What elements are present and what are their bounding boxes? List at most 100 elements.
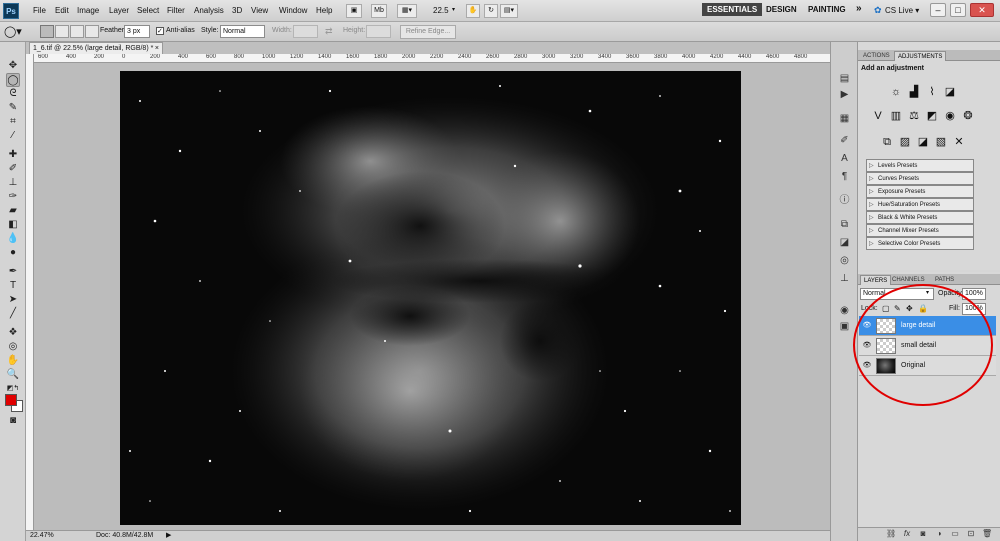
- 3d-orbit-tool-icon[interactable]: ◎: [6, 340, 20, 354]
- menu-select[interactable]: Select: [137, 6, 159, 15]
- menu-3d[interactable]: 3D: [232, 6, 242, 15]
- brush-tool-icon[interactable]: ✐: [6, 162, 20, 176]
- eyedropper-tool-icon[interactable]: ⁄: [6, 129, 20, 143]
- tab-layers[interactable]: LAYERS: [860, 275, 892, 285]
- gradient-map-icon[interactable]: ▧: [934, 135, 948, 149]
- photo-filter-icon[interactable]: ◉: [943, 109, 957, 123]
- navigator-panel-icon[interactable]: ◉: [838, 304, 851, 317]
- fill-input[interactable]: 100%: [962, 303, 986, 315]
- styles-panel-icon[interactable]: ◪: [838, 236, 851, 249]
- arrange-documents-icon[interactable]: ▤▾: [500, 4, 518, 18]
- hand-tool-icon[interactable]: ✋: [6, 354, 20, 368]
- move-tool-icon[interactable]: ✥: [6, 59, 20, 73]
- lasso-tool-icon[interactable]: ᘓ: [6, 87, 20, 101]
- path-selection-tool-icon[interactable]: ➤: [6, 293, 20, 307]
- layer-row-original[interactable]: 👁 Original: [859, 356, 996, 376]
- feather-input[interactable]: 3 px: [124, 25, 150, 38]
- preset-black-white[interactable]: Black & White Presets: [866, 211, 974, 224]
- new-selection-icon[interactable]: [40, 25, 54, 38]
- lock-all-icon[interactable]: 🔒: [918, 304, 928, 313]
- crop-tool-icon[interactable]: ⌗: [6, 115, 20, 129]
- blur-tool-icon[interactable]: 💧: [6, 232, 20, 246]
- actions-panel-icon[interactable]: ▶: [838, 88, 851, 101]
- quick-selection-tool-icon[interactable]: ✎: [6, 101, 20, 115]
- add-mask-icon[interactable]: ◙: [918, 529, 928, 538]
- link-layers-icon[interactable]: ⛓: [886, 529, 896, 538]
- cs-live-menu[interactable]: CS Live ▾: [885, 6, 919, 15]
- menu-file[interactable]: File: [33, 6, 46, 15]
- menu-image[interactable]: Image: [77, 6, 99, 15]
- history-panel-icon[interactable]: ▤: [838, 72, 851, 85]
- color-panel-icon[interactable]: ▣: [838, 320, 851, 333]
- brush-panel-icon[interactable]: ✐: [838, 134, 851, 147]
- tab-actions[interactable]: ACTIONS: [860, 51, 893, 61]
- view-extras-icon[interactable]: ▦▾: [397, 4, 417, 18]
- cs-live-icon[interactable]: ✿: [874, 5, 882, 16]
- eraser-tool-icon[interactable]: ▰: [6, 204, 20, 218]
- opacity-input[interactable]: 100%: [962, 288, 986, 300]
- pen-tool-icon[interactable]: ✒: [6, 265, 20, 279]
- intersect-selection-icon[interactable]: [85, 25, 99, 38]
- workspace-painting[interactable]: PAINTING: [808, 5, 846, 14]
- menu-filter[interactable]: Filter: [167, 6, 185, 15]
- style-select[interactable]: Normal: [220, 25, 265, 38]
- menu-edit[interactable]: Edit: [55, 6, 69, 15]
- tab-paths[interactable]: PATHS: [932, 275, 957, 285]
- layer-row-small-detail[interactable]: 👁 small detail: [859, 336, 996, 356]
- menu-analysis[interactable]: Analysis: [194, 6, 224, 15]
- nebula-image[interactable]: [120, 71, 741, 525]
- minimize-button[interactable]: –: [930, 3, 946, 17]
- refine-edge-button[interactable]: Refine Edge...: [400, 25, 456, 39]
- close-tab-icon[interactable]: ×: [155, 43, 159, 54]
- status-arrow-icon[interactable]: ▶: [166, 531, 171, 541]
- menu-view[interactable]: View: [251, 6, 268, 15]
- gradient-tool-icon[interactable]: ◧: [6, 218, 20, 232]
- swatches-panel-icon[interactable]: ▦: [838, 112, 851, 125]
- posterize-icon[interactable]: ▨: [898, 135, 912, 149]
- dodge-tool-icon[interactable]: ●: [6, 246, 20, 260]
- close-button[interactable]: ✕: [970, 3, 994, 17]
- layer-name[interactable]: large detail: [901, 322, 935, 329]
- preset-exposure[interactable]: Exposure Presets: [866, 185, 974, 198]
- zoom-dropdown-icon[interactable]: ▾: [452, 6, 455, 13]
- selective-color-icon[interactable]: ✕: [952, 135, 966, 149]
- type-tool-icon[interactable]: T: [6, 279, 20, 293]
- elliptical-marquee-tool-icon[interactable]: ◯: [6, 73, 20, 87]
- workspace-essentials[interactable]: ESSENTIALS: [702, 3, 763, 16]
- paragraph-panel-icon[interactable]: ¶: [838, 170, 851, 183]
- tab-adjustments[interactable]: ADJUSTMENTS: [894, 51, 947, 61]
- zoom-tool-icon[interactable]: 🔍: [6, 368, 20, 382]
- layer-name[interactable]: small detail: [901, 342, 936, 349]
- menu-help[interactable]: Help: [316, 6, 332, 15]
- channel-mixer-icon[interactable]: ❂: [961, 109, 975, 123]
- new-group-icon[interactable]: ▭: [950, 529, 960, 538]
- blend-mode-dropdown-icon[interactable]: ▾: [926, 289, 929, 296]
- menu-window[interactable]: Window: [279, 6, 307, 15]
- status-zoom[interactable]: 22.47%: [30, 531, 54, 541]
- add-to-selection-icon[interactable]: [55, 25, 69, 38]
- subtract-from-selection-icon[interactable]: [70, 25, 84, 38]
- tab-channels[interactable]: CHANNELS: [889, 275, 928, 285]
- clone-source-panel-icon[interactable]: ⊥: [838, 272, 851, 285]
- levels-icon[interactable]: ▟: [907, 85, 921, 99]
- foreground-color-swatch[interactable]: [5, 394, 17, 406]
- 3d-rotate-tool-icon[interactable]: ❖: [6, 326, 20, 340]
- delete-layer-icon[interactable]: 🗑: [982, 529, 992, 538]
- preset-channel-mixer[interactable]: Channel Mixer Presets: [866, 224, 974, 237]
- restore-button[interactable]: □: [950, 3, 966, 17]
- lock-image-icon[interactable]: ✎: [894, 304, 901, 313]
- layer-row-large-detail[interactable]: 👁 large detail: [859, 316, 996, 336]
- preset-levels[interactable]: Levels Presets: [866, 159, 974, 172]
- rotate-view-icon[interactable]: ↻: [484, 4, 498, 18]
- character-panel-icon[interactable]: A: [838, 152, 851, 165]
- quick-mask-icon[interactable]: ◙: [6, 414, 20, 428]
- hue-saturation-icon[interactable]: ▥: [889, 109, 903, 123]
- line-tool-icon[interactable]: ╱: [6, 307, 20, 321]
- history-brush-tool-icon[interactable]: ✑: [6, 190, 20, 204]
- clone-stamp-tool-icon[interactable]: ⊥: [6, 176, 20, 190]
- new-adjustment-layer-icon[interactable]: ◑: [934, 529, 944, 538]
- preset-curves[interactable]: Curves Presets: [866, 172, 974, 185]
- new-layer-icon[interactable]: ⊡: [966, 529, 976, 538]
- preset-hue-saturation[interactable]: Hue/Saturation Presets: [866, 198, 974, 211]
- visibility-eye-icon[interactable]: 👁: [862, 361, 872, 371]
